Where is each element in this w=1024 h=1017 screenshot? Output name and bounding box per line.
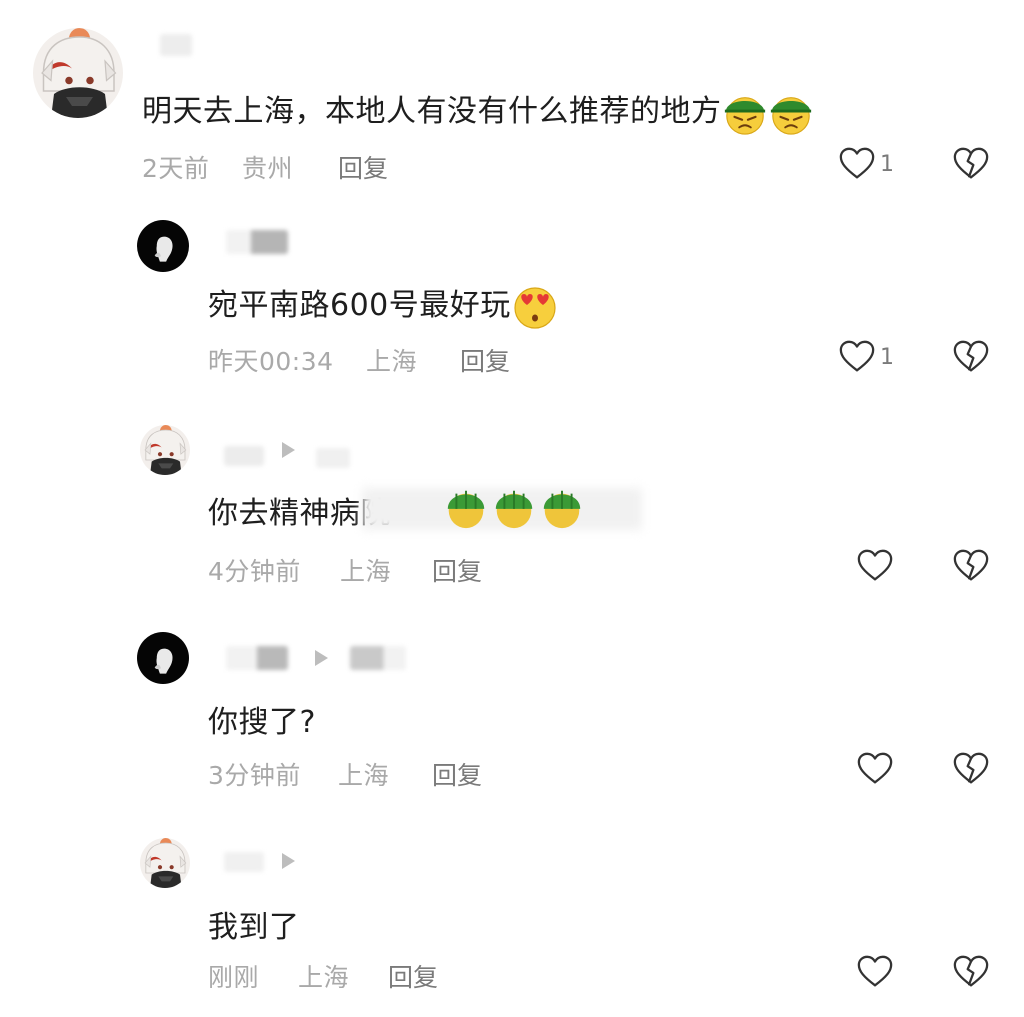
heart-outline-icon[interactable] — [856, 953, 894, 991]
avatar[interactable] — [140, 838, 190, 888]
username-redacted[interactable] — [224, 852, 264, 872]
anime-chibi-avatar-icon — [140, 838, 190, 888]
comment-text: 我到了 — [208, 902, 300, 946]
play-triangle-icon — [282, 853, 295, 869]
comment-text-content: 我到了 — [208, 910, 300, 945]
comment-5: 我到了 刚刚 上海 回复 — [0, 0, 1024, 1017]
broken-heart-icon[interactable] — [952, 953, 990, 991]
timestamp: 刚刚 — [208, 963, 260, 992]
location: 上海 — [298, 963, 350, 992]
reply-button[interactable]: 回复 — [388, 958, 438, 994]
